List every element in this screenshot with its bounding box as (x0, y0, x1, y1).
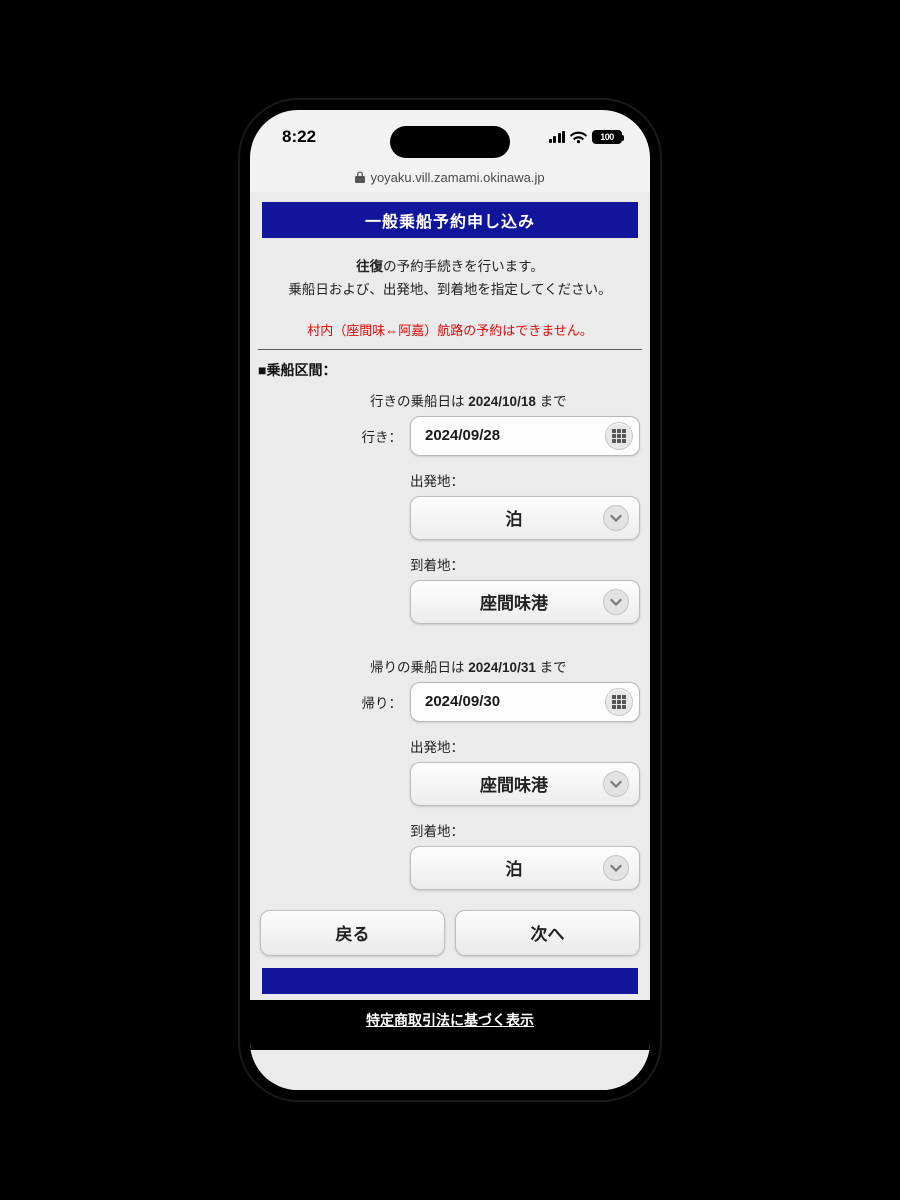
intro-text: 往復の予約手続きを行います。 乗船日および、出発地、到着地を指定してください。 (266, 256, 634, 302)
browser-url-bar[interactable]: yoyaku.vill.zamami.okinawa.jp (250, 166, 650, 188)
return-label: 帰り： (260, 682, 410, 712)
return-departure-label: 出発地： (410, 736, 640, 756)
section-label: ■乗船区間： (258, 360, 642, 380)
outbound-arrival-select[interactable]: 座間味港 (410, 580, 640, 624)
dynamic-island (390, 126, 510, 158)
phone-frame: 8:22 100 yoyaku.vill.zamami.okinawa.jp 一… (250, 110, 650, 1090)
outbound-departure-select[interactable]: 泊 (410, 496, 640, 540)
return-date-limit: 帰りの乗船日は 2024/10/31 まで (370, 656, 640, 676)
outbound-departure-label: 出発地： (410, 470, 640, 490)
calendar-icon[interactable] (605, 422, 633, 450)
status-time: 8:22 (282, 127, 316, 147)
cellular-icon (549, 131, 566, 143)
return-departure-select[interactable]: 座間味港 (410, 762, 640, 806)
outbound-arrival-label: 到着地： (410, 554, 640, 574)
chevron-down-icon (603, 589, 629, 615)
outbound-date-limit: 行きの乗船日は 2024/10/18 まで (370, 390, 640, 410)
wifi-icon (570, 131, 587, 144)
footer-banner (262, 968, 638, 994)
divider (258, 349, 642, 350)
return-arrival-label: 到着地： (410, 820, 640, 840)
return-date-input[interactable]: 2024/09/30 (410, 682, 640, 722)
lock-icon (355, 171, 365, 183)
warning-text: 村内（座間味⇔阿嘉）航路の予約はできません。 (266, 320, 634, 339)
legal-link[interactable]: 特定商取引法に基づく表示 (250, 1000, 650, 1050)
page-title-banner: 一般乗船予約申し込み (262, 202, 638, 238)
chevron-down-icon (603, 505, 629, 531)
outbound-date-input[interactable]: 2024/09/28 (410, 416, 640, 456)
next-button[interactable]: 次へ (455, 910, 640, 956)
outbound-label: 行き： (260, 416, 410, 446)
chevron-down-icon (603, 855, 629, 881)
calendar-icon[interactable] (605, 688, 633, 716)
back-button[interactable]: 戻る (260, 910, 445, 956)
url-text: yoyaku.vill.zamami.okinawa.jp (370, 170, 544, 185)
battery-icon: 100 (592, 130, 622, 144)
chevron-down-icon (603, 771, 629, 797)
return-arrival-select[interactable]: 泊 (410, 846, 640, 890)
page-content: 一般乗船予約申し込み 往復の予約手続きを行います。 乗船日および、出発地、到着地… (250, 192, 650, 1090)
